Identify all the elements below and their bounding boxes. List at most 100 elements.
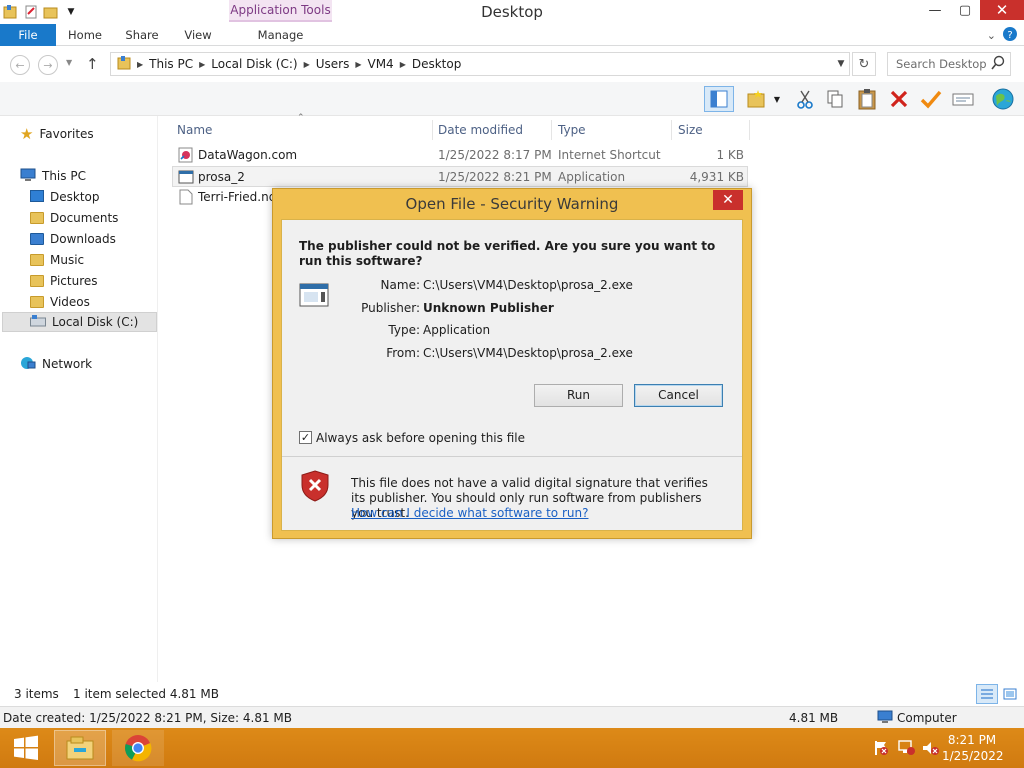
refresh-icon[interactable]: ↻ <box>852 52 876 76</box>
nav-item-music[interactable]: Music <box>30 250 84 270</box>
explorer-app-icon[interactable] <box>2 3 20 21</box>
column-header-date-modified[interactable]: Date modified <box>432 120 552 140</box>
large-icons-view-icon[interactable] <box>1001 686 1019 702</box>
volume-muted-icon[interactable] <box>922 740 940 759</box>
security-warning-dialog: Open File - Security Warning ✕ The publi… <box>272 188 752 539</box>
help-icon[interactable]: ? <box>1002 26 1018 45</box>
address-row: ← → ▼ ↑ ▶ This PC ▶ Local Disk (C:) ▶ Us… <box>0 52 1024 78</box>
up-arrow-icon[interactable]: ↑ <box>86 55 99 73</box>
status-bar: 3 items 1 item selected 4.81 MB <box>0 682 1024 706</box>
new-folder-dropdown-chevron-icon[interactable]: ▼ <box>770 86 784 112</box>
dialog-separator <box>282 456 742 457</box>
column-header-name[interactable]: Name <box>171 120 433 140</box>
help-link[interactable]: How can I decide what software to run? <box>351 506 588 520</box>
breadcrumb-local-disk[interactable]: Local Disk (C:) <box>205 57 303 71</box>
properties-icon[interactable] <box>22 3 40 21</box>
new-folder-toolbar-icon[interactable] <box>744 86 770 112</box>
tab-home[interactable]: Home <box>57 24 113 46</box>
navigation-pane-icon[interactable] <box>704 86 734 112</box>
always-ask-checkbox[interactable]: ✓ <box>299 431 312 444</box>
file-explorer-taskbar-icon[interactable] <box>54 730 106 766</box>
customize-qat-chevron-icon[interactable]: ▼ <box>62 3 80 21</box>
selection-info: 1 item selected 4.81 MB <box>73 687 219 701</box>
windows-start-icon[interactable] <box>0 730 52 766</box>
tab-manage[interactable]: Manage <box>229 24 332 46</box>
music-folder-icon <box>30 254 44 266</box>
details-location: Computer <box>897 711 957 725</box>
chrome-icon[interactable] <box>112 730 164 766</box>
properties-toolbar-icon[interactable] <box>950 86 976 112</box>
nav-this-pc[interactable]: This PC <box>20 166 86 186</box>
security-shield-icon <box>300 470 330 505</box>
breadcrumb-desktop[interactable]: Desktop <box>406 57 468 71</box>
videos-folder-icon <box>30 296 44 308</box>
nav-item-local-disk[interactable]: Local Disk (C:) <box>2 312 157 332</box>
documents-folder-icon <box>30 212 44 224</box>
field-value-from: C:\Users\VM4\Desktop\prosa_2.exe <box>423 346 633 360</box>
column-header-size[interactable]: Size <box>672 120 750 140</box>
globe-icon[interactable] <box>990 86 1016 112</box>
dialog-close-button[interactable]: ✕ <box>713 190 743 210</box>
tab-file[interactable]: File <box>0 24 56 46</box>
nav-item-videos[interactable]: Videos <box>30 292 90 312</box>
item-count: 3 items <box>14 687 59 701</box>
field-label-type: Type: <box>388 323 420 337</box>
column-header-type[interactable]: Type <box>552 120 672 140</box>
new-folder-icon[interactable] <box>42 3 60 21</box>
file-row-prosa[interactable]: prosa_2 1/25/2022 8:21 PM Application 4,… <box>172 166 748 187</box>
nav-item-label: Desktop <box>50 190 100 204</box>
nav-item-label: Music <box>50 253 85 267</box>
paste-icon[interactable] <box>854 86 880 112</box>
nav-item-downloads[interactable]: Downloads <box>30 229 116 249</box>
file-date: 1/25/2022 8:17 PM <box>438 148 552 162</box>
drive-icon <box>30 314 46 330</box>
breadcrumb-vm4[interactable]: VM4 <box>361 57 399 71</box>
tab-share[interactable]: Share <box>114 24 170 46</box>
copy-icon[interactable] <box>822 86 848 112</box>
nav-item-label: Documents <box>50 211 119 225</box>
expand-ribbon-chevron-icon[interactable]: ⌄ <box>987 29 996 42</box>
close-button[interactable]: ✕ <box>980 0 1024 20</box>
network-status-icon[interactable] <box>898 740 916 759</box>
nav-item-documents[interactable]: Documents <box>30 208 118 228</box>
nav-item-desktop[interactable]: Desktop <box>30 187 100 207</box>
nav-network[interactable]: Network <box>20 354 92 374</box>
breadcrumb-users[interactable]: Users <box>310 57 356 71</box>
file-row-datawagon[interactable]: DataWagon.com 1/25/2022 8:17 PM Internet… <box>172 145 748 166</box>
cut-icon[interactable] <box>792 86 818 112</box>
search-icon[interactable] <box>990 55 1008 73</box>
file-name: DataWagon.com <box>198 148 298 162</box>
restore-button[interactable]: ▢ <box>950 0 980 20</box>
dialog-title: Open File - Security Warning <box>405 195 619 213</box>
system-clock[interactable]: 8:21 PM 1/25/2022 <box>942 732 1004 764</box>
run-button[interactable]: Run <box>534 384 623 407</box>
nav-item-pictures[interactable]: Pictures <box>30 271 98 291</box>
details-view-icon[interactable] <box>976 684 998 704</box>
window-controls: — ▢ ✕ <box>920 0 1024 22</box>
address-history-chevron-icon[interactable]: ▼ <box>831 52 851 76</box>
nav-item-label: Videos <box>50 295 90 309</box>
forward-arrow-icon[interactable]: → <box>38 55 58 75</box>
svg-text:?: ? <box>1007 30 1012 41</box>
minimize-button[interactable]: — <box>920 0 950 20</box>
details-bar: Date created: 1/25/2022 8:21 PM, Size: 4… <box>0 706 1024 728</box>
back-arrow-icon[interactable]: ← <box>10 55 30 75</box>
nav-favorites[interactable]: ★ Favorites <box>20 124 94 144</box>
tab-view[interactable]: View <box>170 24 226 46</box>
address-bar[interactable]: ▶ This PC ▶ Local Disk (C:) ▶ Users ▶ VM… <box>110 52 850 76</box>
internet-shortcut-icon <box>178 147 194 166</box>
nav-item-label: Local Disk (C:) <box>52 315 139 329</box>
rename-checkmark-icon[interactable] <box>918 86 944 112</box>
delete-icon[interactable] <box>886 86 912 112</box>
always-ask-label[interactable]: Always ask before opening this file <box>316 431 525 445</box>
nav-this-pc-label: This PC <box>42 169 86 183</box>
recent-locations-chevron-icon[interactable]: ▼ <box>66 58 72 67</box>
field-value-type: Application <box>423 323 491 337</box>
ribbon-right-controls: ⌄ ? <box>987 24 1018 46</box>
breadcrumb-this-pc[interactable]: This PC <box>143 57 199 71</box>
desktop-folder-icon <box>30 189 44 205</box>
file-date: 1/25/2022 8:21 PM <box>438 170 552 184</box>
field-label-publisher: Publisher: <box>361 301 420 315</box>
action-center-flag-icon[interactable] <box>873 740 889 759</box>
cancel-button[interactable]: Cancel <box>634 384 723 407</box>
